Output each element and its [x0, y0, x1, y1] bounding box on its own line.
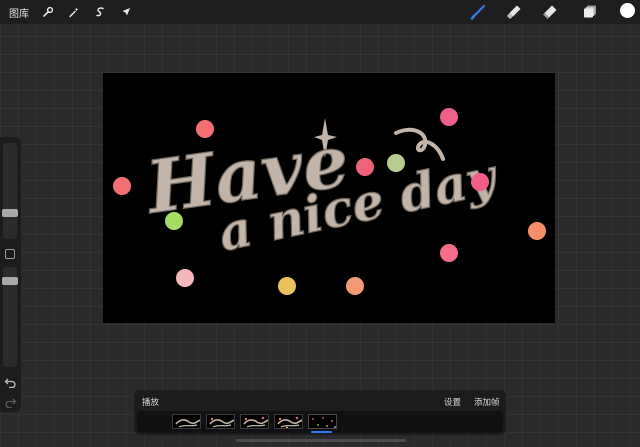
frame-thumbnail-4[interactable]	[274, 414, 303, 429]
top-toolbar: 图库	[0, 0, 640, 24]
dot	[440, 244, 458, 262]
redo-icon[interactable]	[4, 395, 17, 409]
settings-button[interactable]: 设置	[444, 396, 461, 408]
frame-thumbnail-3[interactable]	[240, 414, 269, 429]
frame-timeline	[137, 411, 503, 433]
selected-frame-indicator	[311, 431, 332, 433]
brush-size-thumb[interactable]	[2, 209, 18, 217]
magic-wand-icon[interactable]	[67, 5, 81, 19]
dot	[113, 177, 131, 195]
dot	[387, 154, 405, 172]
left-sidebar	[0, 137, 21, 412]
color-picker-swatch[interactable]	[620, 3, 635, 18]
undo-icon[interactable]	[4, 375, 17, 389]
frame-thumbnail-2[interactable]	[206, 414, 235, 429]
opacity-slider[interactable]	[2, 267, 18, 367]
dot	[196, 120, 214, 138]
transform-arrow-icon[interactable]	[119, 5, 133, 19]
selection-icon[interactable]	[93, 5, 107, 19]
smudge-icon[interactable]	[506, 4, 522, 20]
play-button[interactable]: 播放	[142, 396, 159, 408]
dot	[176, 269, 194, 287]
dot	[278, 277, 296, 295]
layers-icon[interactable]	[582, 4, 598, 20]
opacity-thumb[interactable]	[2, 277, 18, 285]
eraser-icon[interactable]	[542, 4, 558, 20]
wrench-icon[interactable]	[41, 5, 55, 19]
add-frame-button[interactable]: 添加帧	[474, 396, 500, 408]
modify-button[interactable]	[5, 249, 15, 259]
dot	[440, 108, 458, 126]
drawing-canvas[interactable]: Have a nice day	[103, 73, 555, 323]
brush-size-slider[interactable]	[2, 143, 18, 239]
swirl-decoration	[394, 127, 445, 161]
frame-thumbnail-5[interactable]	[308, 414, 337, 429]
dot	[528, 222, 546, 240]
dot	[356, 158, 374, 176]
canvas-artwork: Have a nice day	[113, 108, 546, 295]
dot	[165, 212, 183, 230]
gallery-button[interactable]: 图库	[9, 5, 29, 20]
frame-thumbnail-1[interactable]	[172, 414, 201, 429]
home-indicator[interactable]	[236, 439, 406, 442]
dot	[471, 173, 489, 191]
animation-assist-panel: 播放 设置 添加帧	[134, 390, 506, 435]
dot	[346, 277, 364, 295]
brush-icon[interactable]	[470, 4, 486, 20]
